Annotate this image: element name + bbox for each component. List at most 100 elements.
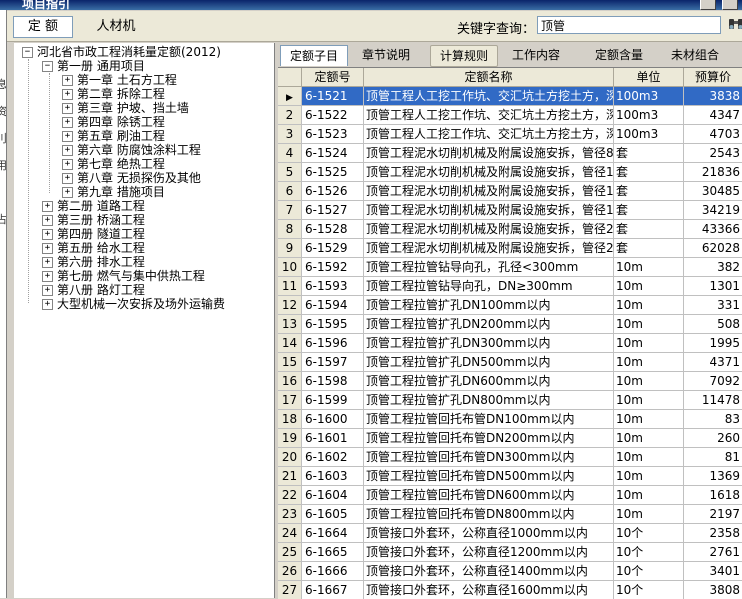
tree-node-book[interactable]: +第六册 排水工程: [42, 255, 145, 269]
cell-unit: 10个: [614, 543, 684, 561]
tree-node-root[interactable]: −河北省市政工程消耗量定额(2012): [22, 45, 221, 59]
table-row[interactable]: 196-1601顶管工程拉管回托布管DN200mm以内10m260: [278, 429, 742, 448]
table-row[interactable]: 106-1592顶管工程拉管钻导向孔，孔径<300mm10m382: [278, 258, 742, 277]
table-row[interactable]: 126-1594顶管工程拉管扩孔DN100mm以内10m331: [278, 296, 742, 315]
expand-toggle-icon[interactable]: +: [62, 117, 73, 128]
table-row[interactable]: 166-1598顶管工程拉管扩孔DN600mm以内10m7092: [278, 372, 742, 391]
tree-node-book1[interactable]: −第一册 通用项目: [42, 59, 145, 73]
keyword-search-input[interactable]: [537, 16, 721, 34]
tree-node-book[interactable]: +第二册 道路工程: [42, 199, 145, 213]
cell-price: 4703: [684, 125, 742, 143]
table-row[interactable]: 236-1605顶管工程拉管回托布管DN800mm以内10m2197: [278, 505, 742, 524]
tab-material[interactable]: 人材机: [83, 16, 149, 38]
expand-toggle-icon[interactable]: +: [62, 103, 73, 114]
expand-toggle-icon[interactable]: +: [42, 257, 53, 268]
expand-toggle-icon[interactable]: +: [62, 145, 73, 156]
header-price[interactable]: 预算价: [684, 68, 742, 86]
expand-toggle-icon[interactable]: +: [42, 243, 53, 254]
table-row[interactable]: 186-1600顶管工程拉管回托布管DN100mm以内10m83: [278, 410, 742, 429]
collapse-toggle-icon[interactable]: −: [42, 61, 53, 72]
expand-toggle-icon[interactable]: +: [62, 131, 73, 142]
table-row[interactable]: 36-1523顶管工程人工挖工作坑、交汇坑土方挖土方，深100m34703: [278, 125, 742, 144]
cell-code: 6-1527: [302, 201, 364, 219]
cell-unit: 10m: [614, 448, 684, 466]
expand-toggle-icon[interactable]: +: [62, 173, 73, 184]
tab-detail-0[interactable]: 定额子目: [280, 45, 348, 66]
left-edge-background: ((息资刂用(占: [0, 10, 7, 598]
expand-toggle-icon[interactable]: +: [62, 159, 73, 170]
expand-toggle-icon[interactable]: +: [62, 187, 73, 198]
tab-detail-5[interactable]: 未材组合: [658, 45, 732, 65]
tree-node-chapter[interactable]: +第四章 除锈工程: [62, 115, 165, 129]
table-row[interactable]: 276-1667顶管接口外套环，公称直径1600mm以内10个3808: [278, 581, 742, 599]
tree-node-book[interactable]: +第七册 燃气与集中供热工程: [42, 269, 205, 283]
table-row[interactable]: 246-1664顶管接口外套环，公称直径1000mm以内10个2358: [278, 524, 742, 543]
cell-code: 6-1667: [302, 581, 364, 599]
header-unit[interactable]: 单位: [614, 68, 684, 86]
table-row[interactable]: 86-1528顶管工程泥水切削机械及附属设施安拆，管径22套43366: [278, 220, 742, 239]
cell-name: 顶管工程拉管钻导向孔，孔径<300mm: [364, 258, 614, 276]
table-row[interactable]: 26-1522顶管工程人工挖工作坑、交汇坑土方挖土方，深100m34347: [278, 106, 742, 125]
expand-toggle-icon[interactable]: +: [62, 75, 73, 86]
expand-toggle-icon[interactable]: +: [42, 299, 53, 310]
tree-node-chapter[interactable]: +第五章 刷油工程: [62, 129, 165, 143]
table-row[interactable]: 56-1525顶管工程泥水切削机械及附属设施安拆，管径12套21836: [278, 163, 742, 182]
expand-toggle-icon[interactable]: +: [42, 271, 53, 282]
tree-node-chapter[interactable]: +第八章 无损探伤及其他: [62, 171, 201, 185]
tree-node-chapter[interactable]: + 第三章 护坡、挡土墙: [62, 101, 189, 115]
tree-node-chapter[interactable]: +第二章 拆除工程: [62, 87, 165, 101]
row-number: 27: [278, 581, 302, 599]
collapse-toggle-icon[interactable]: −: [22, 47, 33, 58]
table-row[interactable]: 66-1526顶管工程泥水切削机械及附属设施安拆，管径16套30485: [278, 182, 742, 201]
tree-node-book[interactable]: +第三册 桥涵工程: [42, 213, 145, 227]
expand-toggle-icon[interactable]: +: [42, 229, 53, 240]
expand-toggle-icon[interactable]: +: [62, 89, 73, 100]
close-button[interactable]: [722, 0, 738, 10]
table-row[interactable]: 46-1524顶管工程泥水切削机械及附属设施安拆，管径80套2543: [278, 144, 742, 163]
expand-toggle-icon[interactable]: +: [42, 201, 53, 212]
tree-node-chapter[interactable]: + 第七章 绝热工程: [62, 157, 165, 171]
row-number: 17: [278, 391, 302, 409]
tab-detail-4[interactable]: 定额含量: [584, 45, 654, 65]
tab-detail-2[interactable]: 计算规则: [430, 45, 498, 67]
binoculars-icon[interactable]: [727, 17, 742, 35]
tree-node-chapter[interactable]: +第九章 措施项目: [62, 185, 165, 199]
table-row[interactable]: 256-1665顶管接口外套环，公称直径1200mm以内10个2761: [278, 543, 742, 562]
table-row[interactable]: 206-1602顶管工程拉管回托布管DN300mm以内10m81: [278, 448, 742, 467]
table-row[interactable]: 176-1599顶管工程拉管扩孔DN800mm以内10m11478: [278, 391, 742, 410]
tree-node-label: 第一册 通用项目: [57, 59, 145, 73]
cell-name: 顶管工程泥水切削机械及附属设施安拆，管径18: [364, 201, 614, 219]
table-row[interactable]: 96-1529顶管工程泥水切削机械及附属设施安拆，管径24套62028: [278, 239, 742, 258]
tree-node-label: 第七章 绝热工程: [77, 157, 165, 171]
expand-toggle-icon[interactable]: +: [42, 215, 53, 226]
minimize-button[interactable]: [700, 0, 716, 10]
expand-toggle-icon[interactable]: +: [42, 285, 53, 296]
tree-node-book[interactable]: +第四册 隧道工程: [42, 227, 145, 241]
row-number: 20: [278, 448, 302, 466]
tree-node-book[interactable]: +第五册 给水工程: [42, 241, 145, 255]
tree-node-chapter[interactable]: +第六章 防腐蚀涂料工程: [62, 143, 201, 157]
table-row[interactable]: 216-1603顶管工程拉管回托布管DN500mm以内10m1369: [278, 467, 742, 486]
table-row[interactable]: 136-1595顶管工程拉管扩孔DN200mm以内10m508: [278, 315, 742, 334]
tab-detail-1[interactable]: 章节说明: [354, 45, 418, 65]
tab-quota[interactable]: 定 额: [13, 16, 73, 38]
table-row[interactable]: 146-1596顶管工程拉管扩孔DN300mm以内10m1995: [278, 334, 742, 353]
tree-node-book[interactable]: + 大型机械一次安拆及场外运输费: [42, 297, 225, 311]
tree-node-book[interactable]: + 第八册 路灯工程: [42, 283, 145, 297]
table-row[interactable]: 156-1597顶管工程拉管扩孔DN500mm以内10m4371: [278, 353, 742, 372]
table-row[interactable]: 76-1527顶管工程泥水切削机械及附属设施安拆，管径18套34219: [278, 201, 742, 220]
table-row[interactable]: 226-1604顶管工程拉管回托布管DN600mm以内10m1618: [278, 486, 742, 505]
tree-node-label: 大型机械一次安拆及场外运输费: [57, 297, 225, 311]
row-number: 5: [278, 163, 302, 181]
tree-node-chapter[interactable]: +第一章 土石方工程: [62, 73, 177, 87]
tree-node-label: 第八册 路灯工程: [57, 283, 145, 297]
table-row[interactable]: 116-1593顶管工程拉管钻导向孔，DN≥300mm10m1301: [278, 277, 742, 296]
cell-name: 顶管接口外套环，公称直径1600mm以内: [364, 581, 614, 599]
header-name[interactable]: 定额名称: [364, 68, 614, 86]
tree-node-label: 第三章 护坡、挡土墙: [77, 101, 189, 115]
table-row[interactable]: 266-1666顶管接口外套环，公称直径1400mm以内10个3401: [278, 562, 742, 581]
cell-name: 顶管工程拉管扩孔DN500mm以内: [364, 353, 614, 371]
tab-detail-3[interactable]: 工作内容: [504, 45, 568, 65]
table-row[interactable]: ▶6-1521顶管工程人工挖工作坑、交汇坑土方挖土方，深100m33838: [278, 87, 742, 106]
header-code[interactable]: 定额号: [302, 68, 364, 86]
